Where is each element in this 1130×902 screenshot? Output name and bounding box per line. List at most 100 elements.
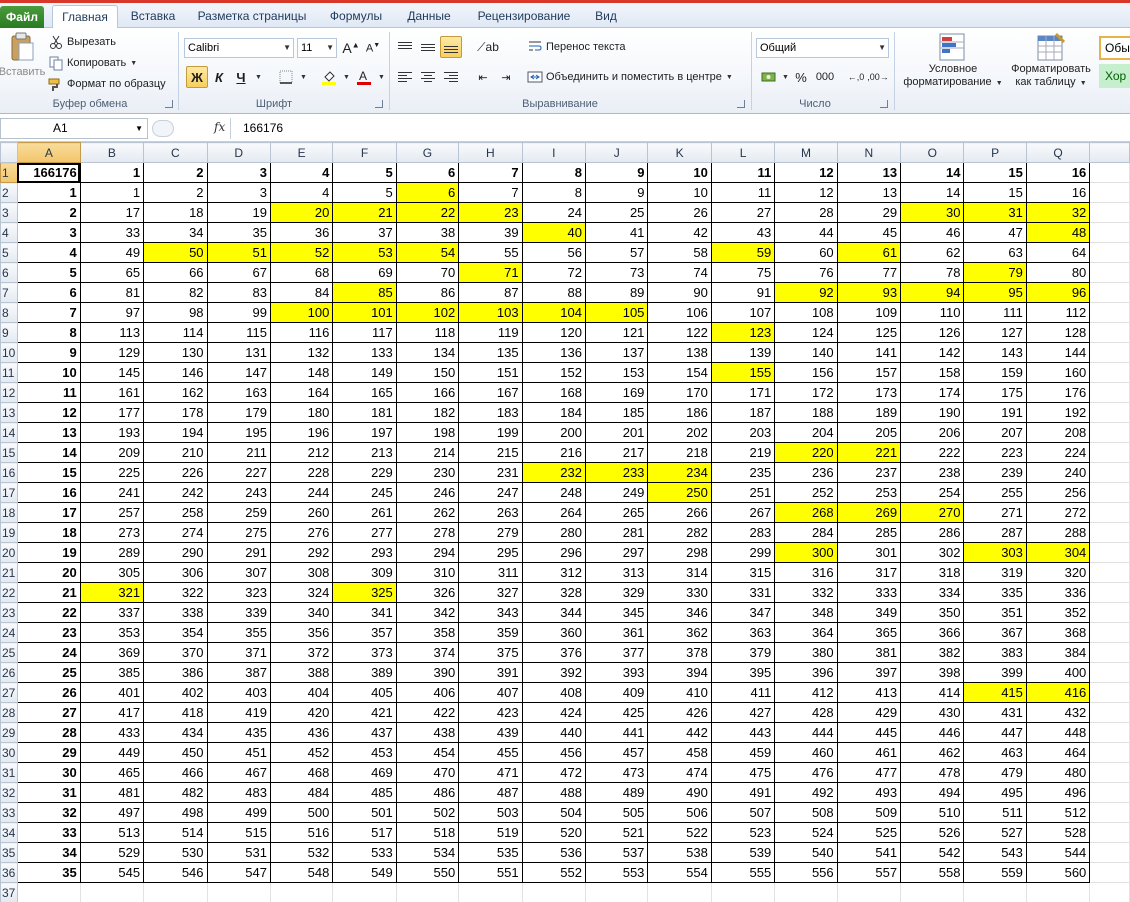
- cell[interactable]: 281: [584, 522, 649, 543]
- row-header-32[interactable]: 32: [0, 782, 18, 803]
- cell[interactable]: 260: [269, 502, 334, 523]
- cell-empty[interactable]: [1089, 542, 1130, 563]
- row-header-26[interactable]: 26: [0, 662, 18, 683]
- cell[interactable]: 454: [395, 742, 460, 763]
- cell[interactable]: 506: [647, 802, 712, 823]
- cell[interactable]: 243: [206, 482, 271, 503]
- cell-row-index[interactable]: 9: [16, 342, 81, 363]
- column-header-C[interactable]: C: [143, 142, 208, 163]
- cell[interactable]: 406: [395, 682, 460, 703]
- cell[interactable]: 197: [332, 422, 397, 443]
- cell-row-index[interactable]: 28: [16, 722, 81, 743]
- cell[interactable]: 8: [521, 182, 587, 203]
- cell[interactable]: 432: [1025, 702, 1091, 723]
- cell[interactable]: 138: [647, 342, 712, 363]
- cell[interactable]: 302: [900, 542, 965, 563]
- cell[interactable]: 274: [143, 522, 208, 543]
- cell[interactable]: 545: [79, 862, 145, 883]
- cell[interactable]: 244: [269, 482, 334, 503]
- fill-color-dropdown-icon[interactable]: ▼: [343, 74, 350, 81]
- cell[interactable]: 293: [332, 542, 397, 563]
- cell[interactable]: 220: [774, 442, 838, 463]
- cell[interactable]: 152: [521, 362, 587, 383]
- cell[interactable]: 390: [395, 662, 460, 683]
- row-header-14[interactable]: 14: [0, 422, 18, 443]
- cell-row-index[interactable]: 15: [16, 462, 81, 483]
- cell[interactable]: 509: [836, 802, 902, 823]
- cell[interactable]: 503: [458, 802, 523, 823]
- currency-dropdown-icon[interactable]: ▼: [782, 74, 789, 81]
- cell[interactable]: 552: [521, 862, 587, 883]
- cell[interactable]: 508: [774, 802, 838, 823]
- cell[interactable]: 318: [900, 562, 965, 583]
- cell[interactable]: 242: [143, 482, 208, 503]
- cell[interactable]: 321: [79, 582, 145, 603]
- row-header-18[interactable]: 18: [0, 502, 18, 523]
- column-header-next[interactable]: [1089, 142, 1130, 163]
- percent-button[interactable]: %: [790, 66, 812, 88]
- cell[interactable]: 408: [521, 682, 587, 703]
- cell[interactable]: 275: [206, 522, 271, 543]
- cell-row-index[interactable]: 26: [16, 682, 81, 703]
- cell-empty[interactable]: [1089, 762, 1130, 783]
- cell[interactable]: 458: [647, 742, 712, 763]
- cell-header[interactable]: 9: [584, 162, 649, 183]
- cell-row-index[interactable]: 27: [16, 702, 81, 723]
- cell[interactable]: 52: [269, 242, 334, 263]
- cell[interactable]: 428: [774, 702, 838, 723]
- cell[interactable]: 150: [395, 362, 460, 383]
- cell[interactable]: 307: [206, 562, 271, 583]
- cell[interactable]: 474: [647, 762, 712, 783]
- cell[interactable]: 170: [647, 382, 712, 403]
- cell[interactable]: 99: [206, 302, 271, 323]
- bold-button[interactable]: Ж: [186, 66, 208, 88]
- cell[interactable]: 181: [332, 402, 397, 423]
- cell[interactable]: 115: [206, 322, 271, 343]
- cell[interactable]: 298: [647, 542, 712, 563]
- cell[interactable]: 254: [900, 482, 965, 503]
- cell[interactable]: 228: [269, 462, 334, 483]
- cell[interactable]: 144: [1025, 342, 1091, 363]
- cell[interactable]: 89: [584, 282, 649, 303]
- cell[interactable]: 288: [1025, 522, 1091, 543]
- cell[interactable]: 404: [269, 682, 334, 703]
- cell[interactable]: 233: [584, 462, 649, 483]
- cell[interactable]: 326: [395, 582, 460, 603]
- cell[interactable]: 434: [143, 722, 208, 743]
- worksheet-grid[interactable]: A B C D E F G H I J K L M N O P Q 1 166176 1 2 3 4 5 6 7 8 9 10 11 12 1…: [0, 142, 1130, 902]
- cell-empty[interactable]: [1089, 882, 1130, 902]
- cell[interactable]: 268: [774, 502, 838, 523]
- cell[interactable]: 262: [395, 502, 460, 523]
- cell[interactable]: 169: [584, 382, 649, 403]
- cell[interactable]: 547: [206, 862, 271, 883]
- alignment-dialog-launcher-icon[interactable]: [737, 100, 745, 108]
- cell[interactable]: 287: [963, 522, 1027, 543]
- cell[interactable]: 128: [1025, 322, 1091, 343]
- cell-empty[interactable]: [1089, 702, 1130, 723]
- cell[interactable]: 435: [206, 722, 271, 743]
- cell[interactable]: 362: [647, 622, 712, 643]
- cell[interactable]: 517: [332, 822, 397, 843]
- cell[interactable]: 485: [332, 782, 397, 803]
- cell-empty[interactable]: [1089, 642, 1130, 663]
- cell[interactable]: 42: [647, 222, 712, 243]
- cell[interactable]: 446: [900, 722, 965, 743]
- cell[interactable]: 303: [963, 542, 1027, 563]
- cell[interactable]: 261: [332, 502, 397, 523]
- cell[interactable]: 459: [710, 742, 776, 763]
- cell[interactable]: 124: [774, 322, 838, 343]
- cell[interactable]: 463: [963, 742, 1027, 763]
- align-middle-button[interactable]: [417, 36, 439, 58]
- cell[interactable]: 238: [900, 462, 965, 483]
- cell[interactable]: 354: [143, 622, 208, 643]
- cell[interactable]: 139: [710, 342, 776, 363]
- cell[interactable]: 222: [900, 442, 965, 463]
- cell-empty[interactable]: [458, 882, 523, 902]
- cell[interactable]: 50: [143, 242, 208, 263]
- cell[interactable]: 393: [584, 662, 649, 683]
- cell[interactable]: 311: [458, 562, 523, 583]
- cell[interactable]: 433: [79, 722, 145, 743]
- cell[interactable]: 62: [900, 242, 965, 263]
- cell[interactable]: 538: [647, 842, 712, 863]
- cell[interactable]: 328: [521, 582, 587, 603]
